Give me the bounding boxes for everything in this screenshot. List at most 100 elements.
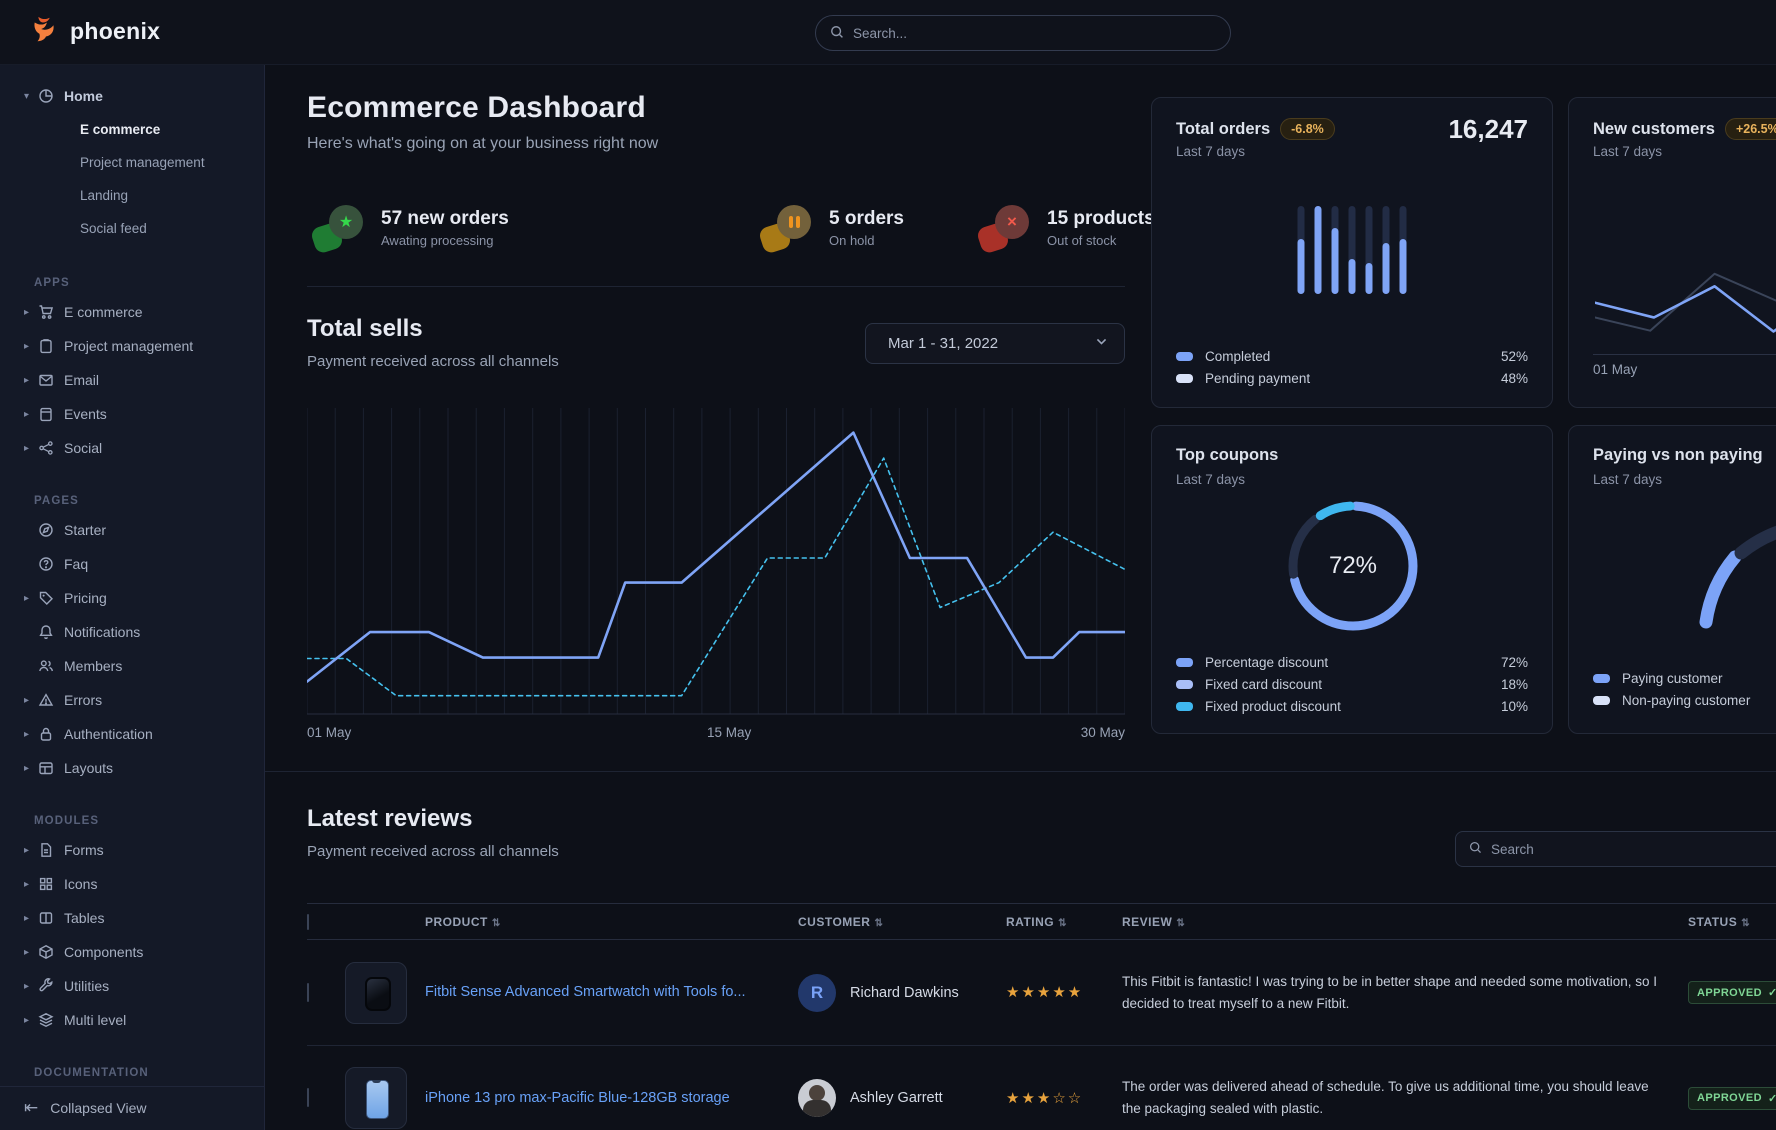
stat-orders-on-hold: 5 orders On hold <box>761 205 904 251</box>
sidebar-item-project-management[interactable]: ▸ Project management <box>24 329 264 363</box>
sidebar-item-authentication[interactable]: ▸ Authentication <box>24 717 264 751</box>
legend-swatch <box>1176 374 1193 383</box>
reviews-table: PRODUCT⇅ CUSTOMER⇅ RATING⇅ REVIEW⇅ STATU… <box>307 903 1776 1130</box>
global-search-input[interactable]: Search... <box>815 15 1231 51</box>
star-badge-icon: ★ <box>313 205 363 251</box>
row-checkbox[interactable] <box>307 1089 345 1107</box>
page-subtitle: Here's what's going on at your business … <box>307 135 658 153</box>
column-header-review[interactable]: REVIEW⇅ <box>1122 915 1688 929</box>
sidebar-item-landing[interactable]: Landing <box>24 179 264 212</box>
chevron-right-icon: ▸ <box>24 763 38 774</box>
chart-x-axis: 01 May 15 May 30 May <box>307 725 1125 745</box>
avatar[interactable] <box>798 1079 836 1117</box>
sort-icon: ⇅ <box>1741 918 1750 929</box>
total-sells-subtitle: Payment received across all channels <box>307 353 559 370</box>
sidebar-section-documentation: DOCUMENTATION <box>24 1067 264 1079</box>
page-title: Ecommerce Dashboard <box>307 91 646 125</box>
clipboard-icon <box>38 338 54 354</box>
section-divider <box>265 771 1776 772</box>
column-header-customer[interactable]: CUSTOMER⇅ <box>798 915 1006 929</box>
sidebar-item-notifications[interactable]: Notifications <box>24 615 264 649</box>
global-search-placeholder: Search... <box>853 26 907 41</box>
new-customers-line-chart <box>1595 266 1776 344</box>
sidebar-item-events[interactable]: ▸ Events <box>24 397 264 431</box>
sidebar-divider <box>0 1086 265 1087</box>
sidebar-item-utilities[interactable]: ▸ Utilities <box>24 969 264 1003</box>
check-icon: ✓ <box>1768 1092 1776 1105</box>
main-content: Ecommerce Dashboard Here's what's going … <box>265 65 1776 1130</box>
orders-bar-chart <box>1298 206 1407 294</box>
sidebar-item-members[interactable]: Members <box>24 649 264 683</box>
chevron-down-icon <box>1095 335 1108 352</box>
sidebar-item-social-feed[interactable]: Social feed <box>24 212 264 245</box>
card-title: Total orders <box>1176 120 1270 139</box>
collapse-left-icon: ⇤ <box>24 1098 38 1118</box>
card-period: Last 7 days <box>1176 472 1245 487</box>
product-thumbnail-iphone[interactable] <box>345 1067 407 1129</box>
calendar-icon <box>38 406 54 422</box>
sidebar-item-project-management-dashboard[interactable]: Project management <box>24 146 264 179</box>
product-link[interactable]: Fitbit Sense Advanced Smartwatch with To… <box>425 984 772 1000</box>
chevron-right-icon: ▸ <box>24 1015 38 1026</box>
chevron-down-icon: ▾ <box>24 91 38 102</box>
sidebar-item-tables[interactable]: ▸ Tables <box>24 901 264 935</box>
column-header-product[interactable]: PRODUCT⇅ <box>425 915 798 929</box>
phoenix-flame-icon <box>30 14 60 49</box>
sidebar-item-pricing[interactable]: ▸ Pricing <box>24 581 264 615</box>
section-divider <box>307 286 1125 287</box>
x-badge-icon: × <box>979 205 1029 251</box>
sidebar-item-social[interactable]: ▸ Social <box>24 431 264 465</box>
total-sells-title: Total sells <box>307 315 423 343</box>
sidebar-item-forms[interactable]: ▸ Forms <box>24 833 264 867</box>
cart-icon <box>38 304 54 320</box>
select-all-checkbox[interactable] <box>307 915 345 929</box>
sidebar-item-faq[interactable]: Faq <box>24 547 264 581</box>
review-text: This Fitbit is fantastic! I was trying t… <box>1122 971 1688 1014</box>
brand-name: phoenix <box>70 18 160 45</box>
card-period: Last 7 days <box>1176 144 1245 159</box>
donut-center-value: 72% <box>1283 496 1423 636</box>
new-customers-card: New customers +26.5% Last 7 days 01 May <box>1568 97 1776 408</box>
latest-reviews-subtitle: Payment received across all channels <box>307 843 559 860</box>
chevron-right-icon: ▸ <box>24 375 38 386</box>
card-title: New customers <box>1593 120 1715 139</box>
avatar[interactable]: R <box>798 974 836 1012</box>
paying-vs-nonpaying-card: Paying vs non paying Last 7 days Paying … <box>1568 425 1776 734</box>
sidebar-nav: ▾ Home E commerce Project management Lan… <box>0 65 265 1130</box>
sidebar-item-icons[interactable]: ▸ Icons <box>24 867 264 901</box>
legend-pending-payment: Pending payment 48% <box>1176 367 1528 389</box>
total-orders-value: 16,247 <box>1448 114 1528 145</box>
review-text: The order was delivered ahead of schedul… <box>1122 1076 1688 1119</box>
reviews-table-header: PRODUCT⇅ CUSTOMER⇅ RATING⇅ REVIEW⇅ STATU… <box>307 903 1776 940</box>
date-range-select[interactable]: Mar 1 - 31, 2022 <box>865 323 1125 364</box>
sidebar-item-errors[interactable]: ▸ Errors <box>24 683 264 717</box>
sidebar-item-components[interactable]: ▸ Components <box>24 935 264 969</box>
row-checkbox[interactable] <box>307 984 345 1002</box>
brand-logo[interactable]: phoenix <box>30 14 160 49</box>
table-row: Fitbit Sense Advanced Smartwatch with To… <box>307 940 1776 1046</box>
column-header-rating[interactable]: RATING⇅ <box>1006 915 1122 929</box>
sidebar-item-home[interactable]: ▾ Home <box>24 79 264 113</box>
product-link[interactable]: iPhone 13 pro max-Pacific Blue-128GB sto… <box>425 1090 756 1106</box>
chevron-right-icon: ▸ <box>24 307 38 318</box>
check-icon: ✓ <box>1768 986 1776 999</box>
sidebar-section-modules: MODULES <box>24 815 264 827</box>
x-tick-15-may: 15 May <box>707 725 751 740</box>
envelope-icon <box>38 372 54 388</box>
column-header-status[interactable]: STATUS⇅ <box>1688 915 1776 929</box>
sidebar-item-layouts[interactable]: ▸ Layouts <box>24 751 264 785</box>
legend-swatch <box>1176 702 1193 711</box>
file-text-icon <box>38 842 54 858</box>
sidebar-item-ecommerce-dashboard[interactable]: E commerce <box>24 113 264 146</box>
reviews-search-placeholder: Search <box>1491 842 1534 857</box>
compass-icon <box>38 522 54 538</box>
sidebar-item-starter[interactable]: Starter <box>24 513 264 547</box>
sidebar-item-email[interactable]: ▸ Email <box>24 363 264 397</box>
sidebar-item-ecommerce[interactable]: ▸ E commerce <box>24 295 264 329</box>
legend-swatch <box>1176 658 1193 667</box>
reviews-search-input[interactable]: Search <box>1455 831 1776 867</box>
collapse-sidebar-button[interactable]: ⇤ Collapsed View <box>24 1098 147 1118</box>
product-thumbnail-fitbit[interactable] <box>345 962 407 1024</box>
rating-stars: ★★★☆☆ <box>1006 1090 1083 1107</box>
sidebar-item-multi-level[interactable]: ▸ Multi level <box>24 1003 264 1037</box>
